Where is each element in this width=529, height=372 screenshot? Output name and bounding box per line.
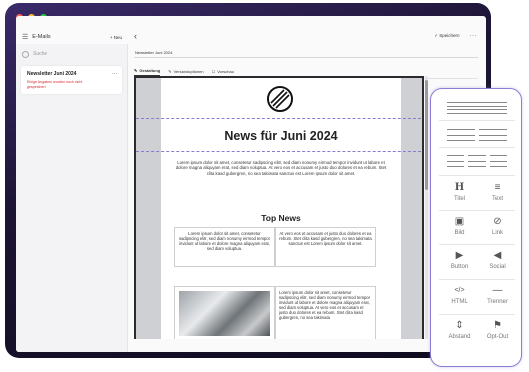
block-button-label: Button <box>450 264 469 270</box>
block-title[interactable]: H Titel <box>443 181 476 207</box>
news-column-right: At vero eos et accusam et justo duo dolo… <box>275 227 376 267</box>
code-icon: </> <box>454 287 465 294</box>
block-image[interactable]: ▣ Bild <box>443 215 476 241</box>
palette-divider <box>439 120 515 121</box>
list-item-error: Einige Angaben wurden noch nicht gespeic… <box>27 80 83 89</box>
search-icon <box>22 50 29 58</box>
layout-one-column[interactable] <box>447 99 507 117</box>
canvas-scrollbar[interactable] <box>425 76 428 339</box>
layout-three-columns[interactable] <box>447 152 507 170</box>
block-social-label: Social <box>489 264 506 270</box>
pencil-icon: ✎ <box>134 68 138 73</box>
block-text-label: Text <box>491 196 503 202</box>
new-button[interactable]: + Neu <box>110 35 122 40</box>
block-button[interactable]: ▶ Button <box>443 249 476 275</box>
search-placeholder: Suche <box>33 51 48 57</box>
divider-icon: — <box>492 285 503 296</box>
list-item[interactable]: Newsletter Juni 2024 Einige Angaben wurd… <box>21 66 122 94</box>
block-opt-out[interactable]: ⚑ Opt-Out <box>479 319 516 345</box>
newsletter-paper: News für Juni 2024 Lorem ipsum dolor sit… <box>136 78 422 339</box>
block-spacing[interactable]: ⇕ Abstand <box>441 319 478 345</box>
more-options-icon[interactable]: ··· <box>470 33 478 39</box>
image-icon: ▣ <box>454 216 465 227</box>
megaphone-icon: ◀ <box>493 250 502 261</box>
text-icon: ≡ <box>494 182 501 193</box>
mail-title: E-Mails <box>32 34 51 40</box>
block-opt-out-label: Opt-Out <box>486 334 509 340</box>
section-divider <box>136 151 422 152</box>
news-column-left: Lorem ipsum dolor sit amet, consetetur s… <box>174 227 275 267</box>
block-divider[interactable]: — Trenner <box>481 284 514 310</box>
palette-divider <box>439 279 515 280</box>
intro-text: Lorem ipsum dolor sit amet, consetetur s… <box>175 160 387 176</box>
save-button[interactable]: ✓ Speichern <box>434 33 459 39</box>
image-side-text: Lorem ipsum dolor sit amet, consetetur s… <box>275 286 376 339</box>
tab-preview[interactable]: ☐ Vorschau <box>212 69 234 76</box>
menu-icon[interactable]: ☰ <box>22 33 28 41</box>
palette-divider <box>439 244 515 245</box>
tab-send-options-label: Versandoptionen <box>173 68 204 74</box>
top-actions: ✓ Speichern ··· <box>434 33 477 39</box>
editor-tabs: ✎ Gestaltung ✎ Versandoptionen ☐ Vorscha… <box>134 68 234 76</box>
section-divider <box>136 118 422 119</box>
scrollbar-thumb[interactable] <box>425 80 428 190</box>
block-link[interactable]: ⊘ Link <box>481 215 514 241</box>
tab-design[interactable]: ✎ Gestaltung <box>134 68 161 76</box>
newsletter-heading: News für Juni 2024 <box>224 129 338 143</box>
palette-divider <box>439 147 515 148</box>
block-spacing-label: Abstand <box>448 334 471 340</box>
subject-input[interactable]: Newsletter Juni 2024 <box>134 48 478 58</box>
edit-icon: ✎ <box>168 68 172 74</box>
block-social[interactable]: ◀ Social <box>481 249 514 275</box>
block-palette: H Titel ≡ Text ▣ Bild ⊘ Link ▶ Button ◀ … <box>430 88 522 367</box>
block-image-label: Bild <box>454 230 465 236</box>
block-title-label: Titel <box>453 196 466 202</box>
palette-divider <box>439 210 515 211</box>
mail-header: ☰ E-Mails + Neu <box>16 30 128 44</box>
list-item-more-button[interactable]: ... <box>112 70 117 76</box>
layout-two-columns[interactable] <box>447 126 507 144</box>
tab-send-options[interactable]: ✎ Versandoptionen <box>168 69 203 76</box>
link-icon: ⊘ <box>493 216 502 227</box>
spacing-icon: ⇕ <box>455 320 464 331</box>
heading-icon: H <box>454 182 465 193</box>
mail-sidebar: Suche Newsletter Juni 2024 Einige Angabe… <box>16 44 128 352</box>
email-canvas[interactable]: News für Juni 2024 Lorem ipsum dolor sit… <box>134 76 424 339</box>
block-link-label: Link <box>491 230 503 236</box>
opt-out-icon: ⚑ <box>493 320 502 331</box>
brand-logo <box>267 86 293 112</box>
block-html-label: HTML <box>451 299 468 305</box>
back-button[interactable]: ‹ <box>134 30 137 42</box>
preview-icon: ☐ <box>211 68 216 74</box>
tab-design-label: Gestaltung <box>139 68 161 73</box>
block-html[interactable]: </> HTML <box>443 284 476 310</box>
palette-divider <box>439 175 515 176</box>
product-photo <box>179 291 270 336</box>
image-block <box>174 286 275 339</box>
palette-divider <box>439 314 515 315</box>
cursor-icon: ▶ <box>455 250 464 261</box>
top-news-heading: Top News <box>261 213 301 223</box>
search-field[interactable]: Suche <box>22 48 121 60</box>
block-text[interactable]: ≡ Text <box>481 181 514 207</box>
list-item-title: Newsletter Juni 2024 <box>27 71 77 77</box>
block-divider-label: Trenner <box>487 299 508 305</box>
laptop-frame: ☰ E-Mails + Neu ‹ ✓ Speichern ··· Suche … <box>5 3 491 358</box>
tab-preview-label: Vorschau <box>217 68 234 74</box>
